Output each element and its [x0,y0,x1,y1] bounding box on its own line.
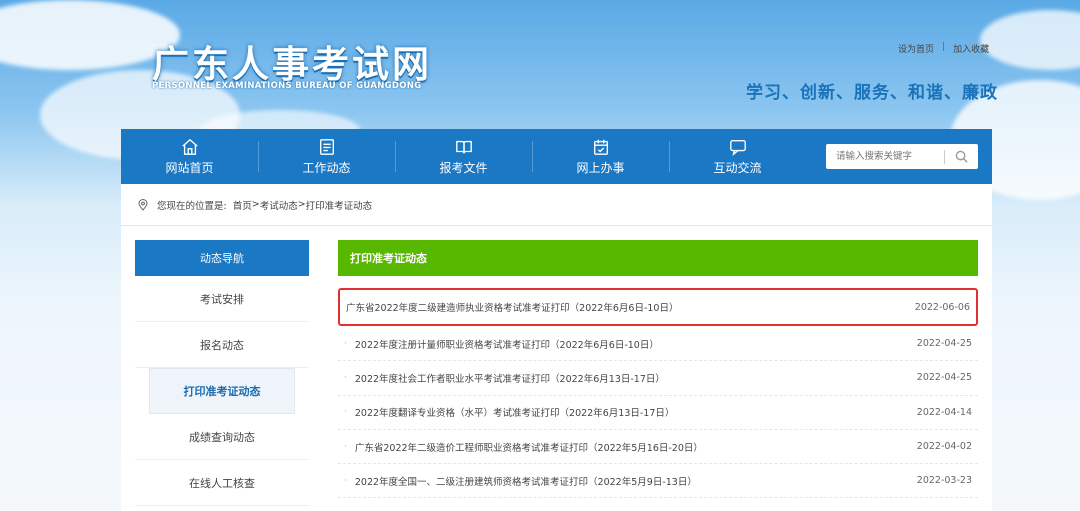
nav-item-online-service[interactable]: 网上办事 [532,129,669,184]
sidebar-item-score-query[interactable]: 成绩查询动态 [135,414,309,460]
top-links-separator: | [942,42,946,52]
add-favorite-link[interactable]: 加入收藏 [953,42,989,55]
site-slogan: 学习、创新、服务、和谐、廉政 [746,83,998,103]
news-date: 2022-03-23 [916,475,972,487]
news-item[interactable]: 广东省2022年度二级建造师执业资格考试准考证打印（2022年6月6日-10日）… [338,288,978,326]
chat-icon [729,139,746,156]
bullet-icon: · [344,475,347,486]
nav-item-home[interactable]: 网站首页 [121,129,258,184]
breadcrumb-separator: > [297,199,306,210]
news-item[interactable]: · 2022年度翻译专业资格（水平）考试准考证打印（2022年6月13日-17日… [338,396,978,430]
nav-item-label: 网站首页 [165,160,214,175]
nav-item-work-news[interactable]: 工作动态 [258,129,395,184]
bullet-icon: · [344,372,347,383]
main-nav: 网站首页 工作动态 报考文件 网上办事 互动交流 [121,129,992,184]
breadcrumb-prefix: 您现在的位置是: [157,200,227,212]
nav-item-label: 报考文件 [439,160,488,175]
news-item[interactable]: · 2022年度社会工作者职业水平考试准考证打印（2022年6月13日-17日）… [338,361,978,396]
cloud-decoration [980,10,1080,70]
breadcrumb-exam-news[interactable]: 考试动态 [260,198,298,212]
set-homepage-link[interactable]: 设为首页 [898,42,934,55]
news-date: 2022-04-25 [916,338,972,350]
sidebar-item-online-check[interactable]: 在线人工核查 [135,460,309,506]
site-logo-subtitle: PERSONNEL EXAMINATIONS BUREAU OF GUANGDO… [152,81,422,91]
news-list: 广东省2022年度二级建造师执业资格考试准考证打印（2022年6月6日-10日）… [338,288,978,499]
news-title[interactable]: 2022年度社会工作者职业水平考试准考证打印（2022年6月13日-17日） [355,371,917,385]
breadcrumb: 您现在的位置是: 首页 > 考试动态 > 打印准考证动态 [121,184,992,226]
news-item[interactable]: · 2022年度注册计量师职业资格考试准考证打印（2022年6月6日-10日） … [338,327,978,362]
news-date: 2022-04-02 [916,441,972,453]
search-input[interactable] [826,145,944,168]
news-date: 2022-04-14 [916,406,972,418]
news-title[interactable]: 广东省2022年二级造价工程师职业资格考试准考证打印（2022年5月16日-20… [355,440,917,454]
nav-item-interaction[interactable]: 互动交流 [669,129,806,184]
search-box [826,144,978,169]
sidebar-item-exam-schedule[interactable]: 考试安排 [135,276,309,322]
breadcrumb-home[interactable]: 首页 [233,198,252,212]
nav-item-label: 互动交流 [713,160,762,175]
content-panel: 您现在的位置是: 首页 > 考试动态 > 打印准考证动态 动态导航 考试安排 报… [121,184,992,511]
search-icon [955,150,968,163]
bullet-icon: · [344,338,347,349]
news-title[interactable]: 广东省2022年度二级建造师执业资格考试准考证打印（2022年6月6日-10日） [346,300,915,314]
sidebar-item-print-admission[interactable]: 打印准考证动态 [149,368,295,414]
breadcrumb-current: 打印准考证动态 [305,200,373,212]
top-links: 设为首页 | 加入收藏 [898,42,989,55]
search-button[interactable] [945,144,977,169]
nav-item-exam-docs[interactable]: 报考文件 [395,129,532,184]
nav-item-label: 网上办事 [576,160,625,175]
news-item[interactable]: · 2022年度全国一、二级注册建筑师资格考试准考证打印（2022年5月9日-1… [338,464,978,499]
site-logo-title[interactable]: 广东人事考试网 [152,34,432,88]
news-title[interactable]: 2022年度全国一、二级注册建筑师资格考试准考证打印（2022年5月9日-13日… [355,474,917,488]
bullet-icon: · [344,407,347,418]
sidebar-title: 动态导航 [135,240,309,276]
book-icon [455,140,472,153]
bullet-icon: · [344,441,347,452]
location-icon [138,198,148,211]
list-icon [319,138,334,155]
news-title[interactable]: 2022年度注册计量师职业资格考试准考证打印（2022年6月6日-10日） [355,337,917,351]
news-date: 2022-06-06 [914,301,970,313]
nav-item-label: 工作动态 [302,160,351,175]
calendar-check-icon [593,139,608,155]
home-icon [181,138,198,155]
section-title: 打印准考证动态 [338,240,978,276]
sidebar: 动态导航 考试安排 报名动态 打印准考证动态 成绩查询动态 在线人工核查 [135,240,309,506]
main-content: 打印准考证动态 广东省2022年度二级建造师执业资格考试准考证打印（2022年6… [338,240,978,499]
news-title[interactable]: 2022年度翻译专业资格（水平）考试准考证打印（2022年6月13日-17日） [355,405,917,419]
news-date: 2022-04-25 [916,372,972,384]
sidebar-item-registration-news[interactable]: 报名动态 [135,322,309,368]
news-item[interactable]: · 广东省2022年二级造价工程师职业资格考试准考证打印（2022年5月16日-… [338,430,978,465]
breadcrumb-separator: > [251,199,260,210]
